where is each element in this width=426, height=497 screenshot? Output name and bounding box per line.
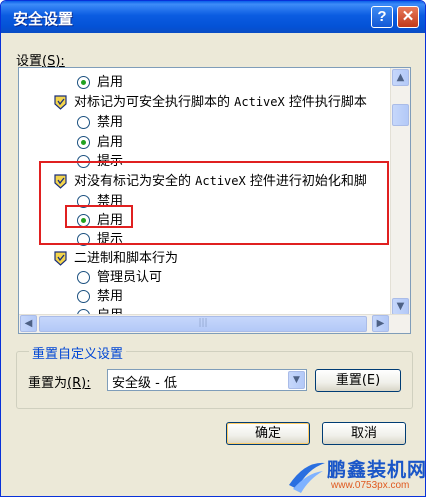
watermark-logo: 鹏鑫装机网 www.0753px.com [287, 453, 426, 496]
chevron-down-icon[interactable]: ▼ [288, 371, 305, 389]
reset-to-label: 重置为(R): [28, 372, 91, 391]
title-bar[interactable]: 安全设置 ? ✕ [1, 1, 425, 33]
scroll-left-button[interactable]: ◀ [20, 315, 37, 332]
close-button[interactable]: ✕ [397, 6, 419, 28]
security-level-dropdown[interactable]: 安全级 - 低 ▼ [107, 369, 307, 391]
security-settings-dialog: 安全设置 ? ✕ 设置(S): 启用 对标记为可安全执行脚本的 ActiveX … [0, 0, 426, 497]
list-item-label: 对标记为可安全执行脚本的 ActiveX 控件执行脚本 [74, 93, 367, 112]
header-text: 对标记为可安全执行脚本的 [74, 95, 235, 110]
radio-button[interactable] [77, 76, 90, 89]
reset-to-mnemonic: (R): [67, 376, 91, 391]
scroll-up-button[interactable]: ▲ [392, 69, 409, 86]
watermark-title: 鹏鑫装机网 [327, 459, 426, 481]
header-text-mono: ActiveX [234, 95, 285, 109]
reset-button-mnemonic: (E) [361, 373, 381, 388]
dropdown-value: 安全级 - 低 [112, 376, 177, 391]
vertical-scrollbar[interactable]: ▲ ▼ [390, 68, 410, 316]
ok-button[interactable]: 确定 [226, 422, 310, 445]
cancel-button[interactable]: 取消 [322, 422, 406, 445]
swoosh-icon [289, 462, 325, 493]
horizontal-scrollbar[interactable]: ◀ ||| ▶ [19, 314, 410, 333]
window-title: 安全设置 [13, 10, 74, 28]
list-item-label: 启用 [97, 135, 124, 150]
radio-button[interactable] [77, 271, 90, 284]
highlight-box-enable [65, 205, 133, 228]
highlight-box-setting [39, 161, 389, 245]
scroll-down-button[interactable]: ▼ [392, 298, 409, 315]
scroll-right-button[interactable]: ▶ [372, 315, 389, 332]
vertical-scroll-thumb[interactable] [392, 104, 409, 126]
list-item-label: 启用 [97, 75, 124, 90]
reset-button-label: 重置 [335, 373, 362, 388]
header-text: 控件执行脚本 [284, 95, 367, 110]
list-item-label: 禁用 [97, 289, 124, 304]
watermark-url: www.0753px.com [331, 480, 410, 491]
radio-button[interactable] [77, 116, 90, 129]
shield-icon [54, 251, 67, 266]
radio-button[interactable] [77, 290, 90, 303]
horizontal-scroll-thumb[interactable]: ||| [39, 316, 367, 332]
list-item-label: 管理员认可 [97, 270, 163, 285]
reset-button[interactable]: 重置(E) [315, 369, 401, 392]
group-title: 重置自定义设置 [29, 343, 127, 362]
list-item-label: 禁用 [97, 115, 124, 130]
radio-button[interactable] [77, 136, 90, 149]
list-item-label: 二进制和脚本行为 [74, 251, 179, 266]
shield-icon [54, 95, 67, 110]
help-button[interactable]: ? [371, 6, 393, 28]
reset-to-text: 重置为 [28, 376, 68, 391]
